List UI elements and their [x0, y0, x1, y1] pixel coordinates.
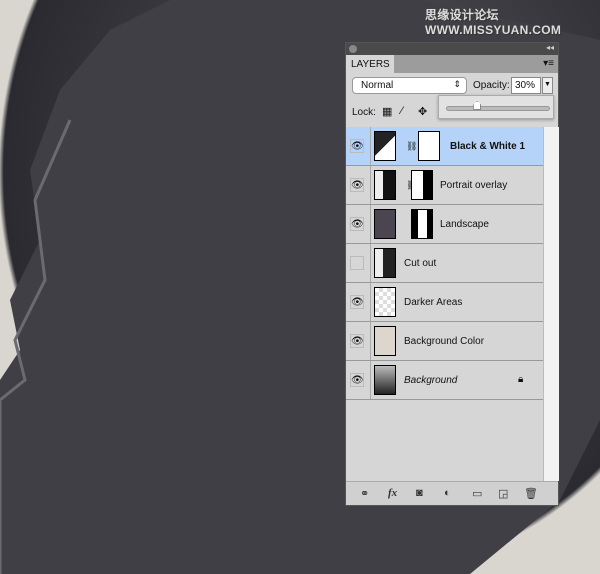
layer-thumbnail	[374, 170, 396, 200]
layer-row[interactable]: 👁 ⛓ Portrait overlay	[346, 166, 543, 205]
lock-icon: 🔒︎	[518, 374, 524, 385]
visibility-toggle[interactable]	[350, 256, 364, 270]
scrollbar[interactable]	[543, 127, 559, 481]
layer-name: Background Color	[404, 336, 485, 347]
layer-name: Black & White 1	[450, 141, 526, 152]
trash-icon[interactable]: 🗑︎	[524, 487, 538, 500]
eye-icon[interactable]: 👁	[350, 217, 364, 231]
slider-thumb[interactable]	[473, 101, 482, 110]
layer-row[interactable]: 👁 ⛓ Black & White 1	[346, 127, 543, 166]
blend-mode-value: Normal	[361, 80, 394, 91]
link-icon[interactable]: ⚭	[360, 487, 369, 500]
layer-thumbnail	[374, 209, 396, 239]
updown-icon: ⇕	[453, 79, 461, 89]
adjustment-thumbnail	[374, 131, 396, 161]
chain-icon[interactable]: ⛓	[406, 141, 417, 152]
lock-transparent-icon[interactable]: ▦	[382, 105, 392, 118]
lock-brush-icon[interactable]: ⁄	[401, 105, 403, 117]
layer-name: Portrait overlay	[440, 180, 508, 191]
opacity-input[interactable]: 30%	[511, 77, 541, 94]
opacity-label: Opacity:	[473, 80, 510, 91]
tab-layers[interactable]: LAYERS	[346, 55, 394, 73]
lock-move-icon[interactable]: ✥	[418, 105, 427, 118]
layer-thumbnail	[374, 287, 396, 317]
layer-row[interactable]: 👁 Darker Areas	[346, 283, 543, 322]
opacity-dropdown[interactable]: ▼	[542, 77, 553, 94]
layer-name: Landscape	[440, 219, 489, 230]
layer-row[interactable]: 👁 Background 🔒︎	[346, 361, 543, 400]
fx-icon[interactable]: fx	[388, 487, 397, 499]
layers-panel: ◂◂ LAYERS ▾≡ Normal ⇕ Opacity: 30% ▼ Lock:…	[345, 42, 559, 506]
panel-menu-icon[interactable]: ▾≡	[543, 58, 554, 69]
panel-footer: ⚭ fx ◙ ◐ ▭ ◲ 🗑︎	[346, 481, 558, 505]
layer-thumbnail	[374, 248, 396, 278]
adjustment-icon[interactable]: ◐	[444, 487, 451, 499]
eye-icon[interactable]: 👁	[350, 373, 364, 387]
layer-thumbnail	[374, 365, 396, 395]
layer-row[interactable]: 👁 Landscape	[346, 205, 543, 244]
layer-name: Cut out	[404, 258, 437, 269]
eye-icon[interactable]: 👁	[350, 139, 364, 153]
slider-track[interactable]	[446, 106, 550, 111]
layer-name: Darker Areas	[404, 297, 463, 308]
close-icon[interactable]	[349, 45, 357, 53]
eye-icon[interactable]: 👁	[350, 295, 364, 309]
lock-label: Lock:	[352, 107, 376, 118]
panel-titlebar[interactable]: ◂◂	[346, 43, 558, 55]
folder-icon[interactable]: ▭	[472, 487, 482, 500]
eye-icon[interactable]: 👁	[350, 334, 364, 348]
blend-mode-select[interactable]: Normal ⇕	[352, 77, 467, 94]
layer-thumbnail	[374, 326, 396, 356]
layer-row[interactable]: 👁 Background Color	[346, 322, 543, 361]
new-layer-icon[interactable]: ◲	[498, 487, 508, 500]
mask-icon[interactable]: ◙	[416, 487, 423, 499]
watermark: 思缘设计论坛 WWW.MISSYUAN.COM	[425, 8, 562, 37]
eye-icon[interactable]: 👁	[350, 178, 364, 192]
mask-thumbnail	[411, 170, 433, 200]
opacity-slider-popup[interactable]	[438, 95, 554, 119]
layer-row[interactable]: Cut out	[346, 244, 543, 283]
collapse-icon[interactable]: ◂◂	[546, 43, 554, 52]
layer-name: Background	[404, 375, 458, 386]
mask-thumbnail	[418, 131, 440, 161]
mask-thumbnail	[411, 209, 433, 239]
